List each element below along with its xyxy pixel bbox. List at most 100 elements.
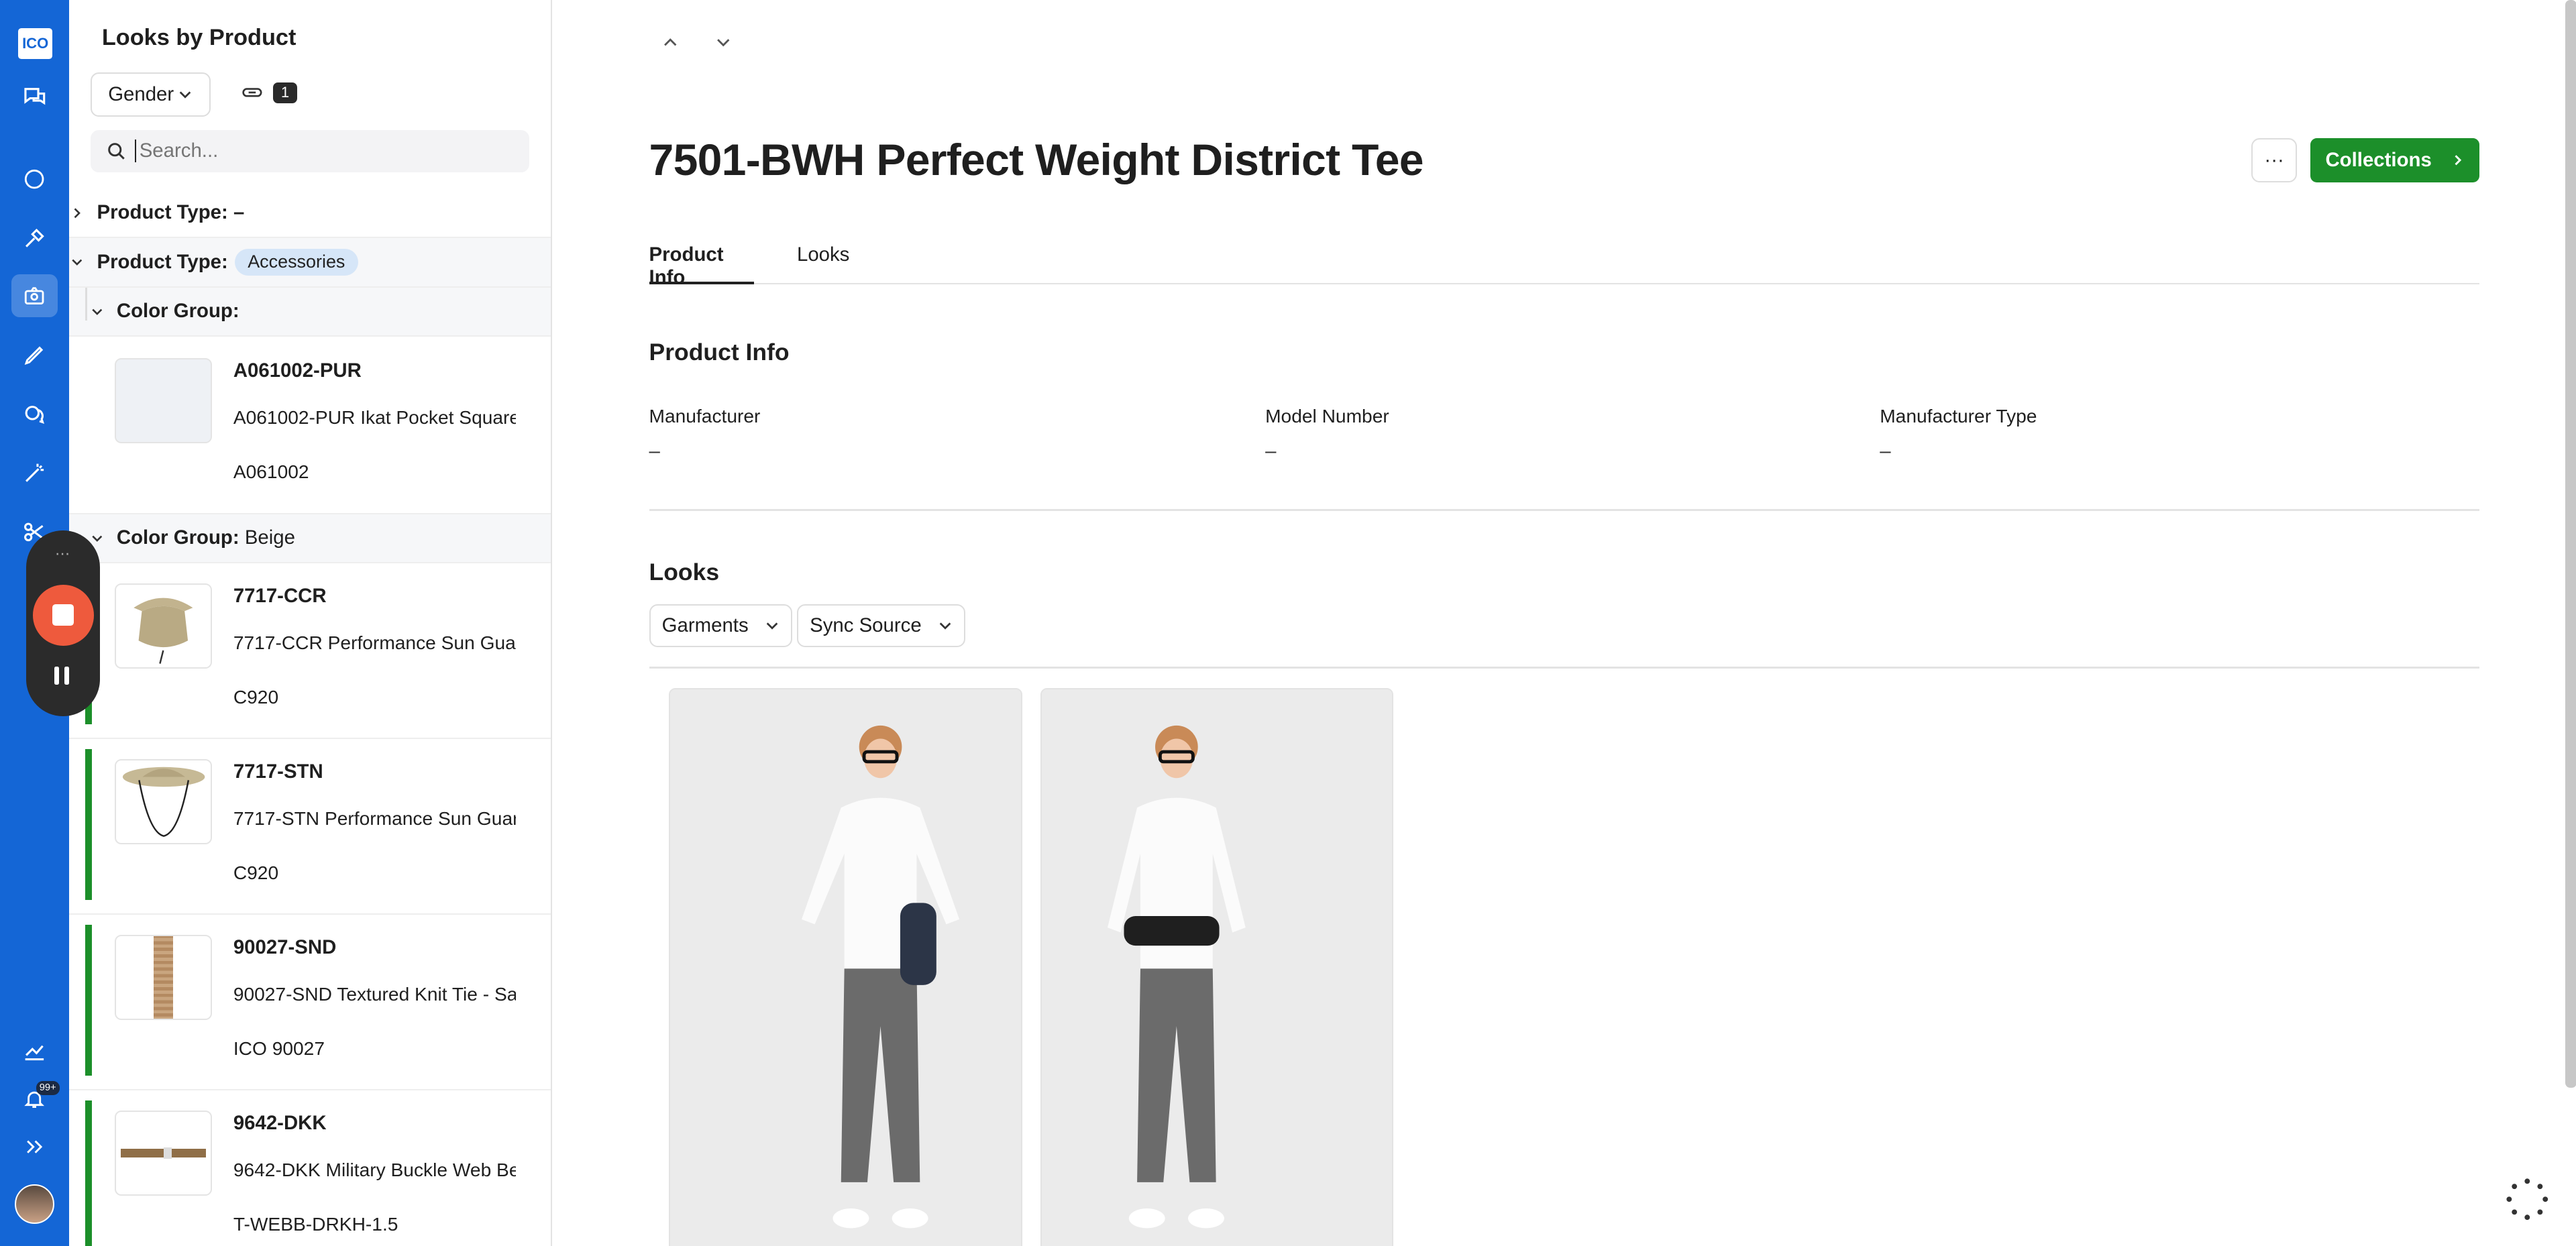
chevron-up-icon (664, 38, 677, 46)
tools-icon[interactable] (19, 223, 49, 253)
pause-icon (54, 667, 60, 685)
item-code: C920 (233, 862, 279, 883)
more-options-button[interactable]: ··· (2251, 137, 2298, 182)
search-input[interactable] (134, 139, 496, 163)
item-name: A061002-PUR Ikat Pocket Square I (233, 407, 517, 429)
item-name: 7717-CCR Performance Sun Guard (233, 632, 517, 654)
link-count: 1 (272, 82, 298, 103)
pencil-icon[interactable] (19, 340, 49, 370)
look-card[interactable] (668, 688, 1022, 1246)
loading-spinner-icon (2504, 1176, 2551, 1223)
sync-status-bar (85, 925, 93, 1076)
item-sku: 7717-CCR (233, 585, 327, 607)
chat-bubbles-icon[interactable] (19, 399, 49, 429)
search-icon (108, 142, 125, 160)
section-title-product-info: Product Info (649, 338, 790, 365)
chevron-down-icon (179, 91, 191, 99)
color-group-beige[interactable]: Color Group: Beige (68, 514, 551, 564)
main-content: 7501-BWH Perfect Weight District Tee ···… (553, 0, 2576, 1246)
expand-icon[interactable] (19, 1132, 49, 1162)
pause-button[interactable] (54, 667, 69, 685)
garments-filter[interactable]: Garments (649, 604, 793, 648)
chevron-down-icon (89, 305, 105, 319)
list-item[interactable]: 9642-DKK 9642-DKK Military Buckle Web Be… (69, 1090, 551, 1246)
stop-recording-button[interactable] (32, 585, 94, 646)
next-button[interactable] (710, 30, 736, 56)
page-scrollbar[interactable] (2565, 0, 2576, 1088)
product-thumbnail (115, 758, 212, 845)
drag-handle-icon[interactable]: ⋯ (26, 545, 100, 563)
look-photo (1041, 689, 1393, 1246)
item-sku: 7717-STN (233, 760, 323, 783)
color-group-empty[interactable]: Color Group: (68, 287, 551, 337)
notifications-badge: 99+ (36, 1080, 60, 1095)
group-product-type-none[interactable]: Product Type: – (68, 189, 551, 239)
chart-icon[interactable] (19, 1037, 49, 1066)
tab-product-info[interactable]: Product Info (649, 243, 755, 288)
sync-source-filter-label: Sync Source (810, 614, 922, 637)
avatar[interactable] (15, 1184, 54, 1224)
link-icon (242, 88, 262, 98)
field-value-manufacturer-type: – (1880, 440, 1891, 463)
chevron-down-icon (89, 532, 105, 545)
field-label-model-number: Model Number (1265, 406, 1389, 427)
search-box[interactable] (90, 129, 529, 173)
product-thumbnail (115, 1110, 212, 1196)
field-value-manufacturer: – (649, 440, 660, 463)
group-value: – (233, 201, 245, 224)
sync-status-bar (85, 1100, 93, 1246)
camera-icon[interactable] (11, 274, 58, 317)
tab-looks[interactable]: Looks (797, 243, 849, 284)
group-tag: Accessories (234, 248, 358, 276)
section-title-looks: Looks (649, 558, 720, 585)
tree-line (85, 287, 87, 321)
recording-widget: ⋯ (26, 530, 101, 716)
chevron-right-icon (2455, 155, 2462, 166)
divider (649, 509, 2480, 511)
app-logo[interactable]: ICO (17, 27, 53, 60)
tab-bar: Product Info Looks (649, 237, 2480, 288)
group-label: Product Type: (97, 201, 228, 224)
item-code: A061002 (233, 461, 309, 483)
chevron-down-icon (69, 256, 85, 269)
wand-icon[interactable] (19, 458, 49, 488)
collections-label: Collections (2325, 148, 2432, 171)
chevron-down-icon (716, 39, 729, 47)
color-group-label: Color Group: (116, 526, 239, 549)
look-photo (669, 689, 1021, 1246)
item-code: ICO 90027 (233, 1038, 325, 1060)
chat-icon[interactable] (19, 82, 49, 111)
page-title: 7501-BWH Perfect Weight District Tee (649, 135, 1424, 185)
item-sku: 90027-SND (233, 936, 337, 959)
divider (649, 667, 2480, 669)
stop-icon (52, 604, 74, 626)
item-code: T-WEBB-DRKH-1.5 (233, 1214, 398, 1235)
list-item[interactable]: A061002-PUR A061002-PUR Ikat Pocket Squa… (68, 339, 551, 514)
list-item[interactable]: 7717-STN 7717-STN Performance Sun Guard … (68, 739, 551, 915)
field-value-model-number: – (1265, 440, 1277, 463)
field-label-manufacturer: Manufacturer (649, 406, 761, 427)
group-product-type-accessories[interactable]: Product Type: Accessories (68, 238, 551, 288)
linked-filter[interactable]: 1 (241, 82, 298, 103)
sync-status-bar (85, 748, 93, 901)
product-thumbnail (115, 934, 212, 1021)
gender-filter-label: Gender (108, 82, 174, 105)
circle-icon[interactable] (19, 164, 49, 194)
item-sku: 9642-DKK (233, 1112, 327, 1135)
panel-title: Looks by Product (101, 24, 297, 50)
list-item[interactable]: 7717-CCR 7717-CCR Performance Sun Guard … (68, 563, 551, 740)
product-thumbnail (115, 583, 212, 669)
collections-button[interactable]: Collections (2310, 137, 2480, 182)
chevron-right-icon (69, 207, 85, 220)
look-card[interactable] (1040, 688, 1394, 1246)
chevron-down-icon (939, 622, 951, 630)
sync-source-filter[interactable]: Sync Source (796, 604, 966, 648)
previous-button[interactable] (657, 30, 684, 56)
item-sku: A061002-PUR (233, 359, 362, 382)
item-name: 90027-SND Textured Knit Tie - Sar (233, 984, 517, 1005)
field-label-manufacturer-type: Manufacturer Type (1880, 406, 2037, 427)
list-item[interactable]: 90027-SND 90027-SND Textured Knit Tie - … (68, 915, 551, 1091)
gender-filter-button[interactable]: Gender (90, 72, 211, 117)
color-group-label: Color Group: (116, 300, 239, 323)
looks-by-product-panel: Looks by Product Gender 1 Product Type: … (68, 0, 553, 1246)
